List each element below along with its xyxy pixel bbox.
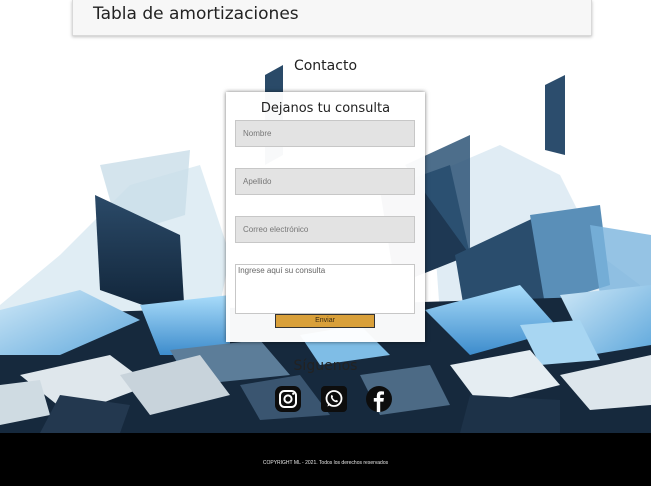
lastname-input[interactable] <box>235 168 415 195</box>
contact-section-title: Contacto <box>293 58 358 74</box>
contact-form: Dejanos tu consulta Enviar <box>226 92 425 342</box>
instagram-icon[interactable] <box>275 386 301 412</box>
send-button[interactable]: Enviar <box>275 314 375 328</box>
follow-us-title: Síguenos <box>293 358 358 374</box>
message-textarea[interactable] <box>235 264 415 314</box>
name-input[interactable] <box>235 120 415 147</box>
amortization-table-title: Tabla de amortizaciones <box>93 4 299 24</box>
form-heading: Dejanos tu consulta <box>260 101 391 116</box>
email-input[interactable] <box>235 216 415 243</box>
copyright-text: COPYRIGHT ML - 2021. Todos los derechos … <box>262 460 389 466</box>
whatsapp-icon[interactable] <box>321 386 347 412</box>
footer: COPYRIGHT ML - 2021. Todos los derechos … <box>0 433 651 486</box>
amortization-table-card[interactable]: Tabla de amortizaciones <box>72 0 592 36</box>
facebook-icon[interactable] <box>366 386 392 412</box>
